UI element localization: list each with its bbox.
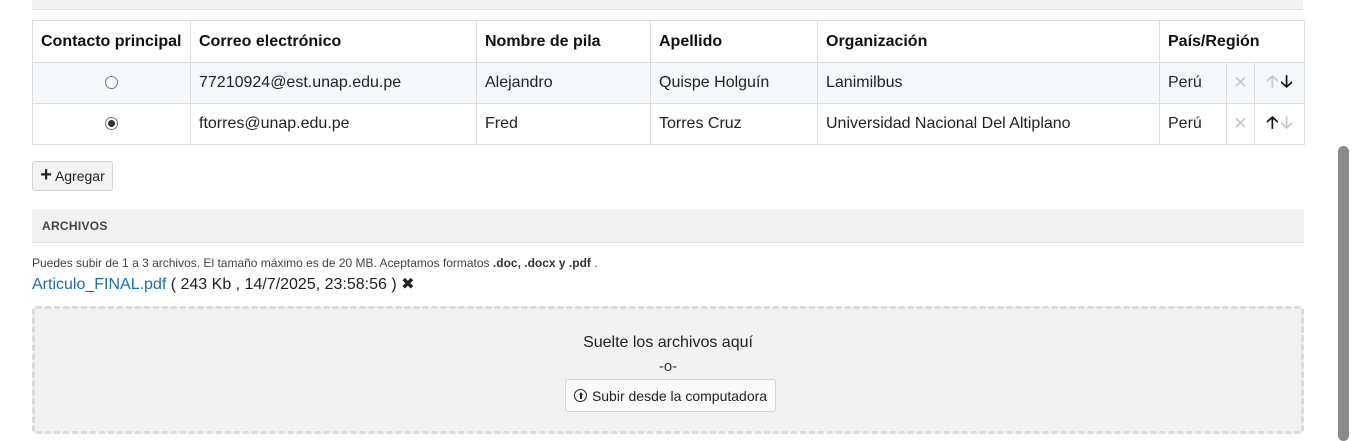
remove-cell: ✕	[1226, 103, 1255, 145]
first-name-cell: Alejandro	[476, 62, 651, 104]
file-meta: ( 243 Kb , 14/7/2025, 23:58:56 )	[166, 276, 402, 293]
arrow-up-icon[interactable]: 🡡	[1266, 113, 1278, 132]
table-row: ftorres@unap.edu.pe Fred Torres Cruz Uni…	[32, 103, 1306, 145]
file-dropzone[interactable]: Suelte los archivos aquí -o- Subir desde…	[32, 306, 1304, 434]
primary-contact-radio[interactable]	[105, 76, 118, 90]
arrow-down-icon[interactable]: 🡣	[1281, 113, 1293, 132]
primary-contact-cell	[32, 62, 191, 104]
header-primary-contact: Contacto principal	[32, 20, 191, 63]
files-section-header: ARCHIVOS	[32, 209, 1304, 243]
header-email: Correo electrónico	[190, 20, 477, 63]
reorder-cell: 🡡 🡣	[1253, 103, 1306, 145]
file-link[interactable]: Articulo_FINAL.pdf	[32, 276, 166, 293]
close-icon[interactable]: ✕	[1233, 73, 1247, 92]
help-prefix: Puedes subir de 1 a 3 archivos. El tamañ…	[32, 256, 493, 270]
dropzone-text: Suelte los archivos aquí	[583, 334, 753, 351]
primary-contact-cell	[32, 103, 191, 145]
close-icon[interactable]: ✕	[1233, 114, 1247, 133]
primary-contact-radio[interactable]	[105, 117, 118, 131]
vertical-scrollbar[interactable]	[1338, 146, 1349, 441]
previous-section-strip	[32, 0, 1303, 10]
help-suffix: .	[590, 256, 598, 270]
table-header-row: Contacto principal Correo electrónico No…	[32, 20, 1306, 63]
last-name-cell: Quispe Holguín	[650, 62, 818, 104]
header-country: País/Región	[1158, 20, 1306, 63]
country-cell: Perú	[1159, 103, 1227, 145]
organization-cell: Universidad Nacional Del Altiplano	[817, 103, 1160, 145]
close-icon[interactable]: ✖	[401, 276, 414, 293]
help-formats: .doc, .docx y .pdf	[492, 256, 591, 270]
upload-label: Subir desde la computadora	[591, 387, 768, 404]
arrow-down-icon[interactable]: 🡣	[1281, 72, 1293, 91]
last-name-cell: Torres Cruz	[650, 103, 818, 145]
add-contact-button[interactable]: + Agregar	[32, 161, 113, 191]
contacts-table: Contacto principal Correo electrónico No…	[32, 20, 1306, 145]
upload-circle-icon	[573, 389, 587, 402]
files-section-title: ARCHIVOS	[42, 218, 108, 233]
header-organization: Organización	[817, 20, 1160, 63]
country-cell: Perú	[1159, 62, 1227, 104]
header-last-name: Apellido	[650, 20, 818, 63]
upload-help-text: Puedes subir de 1 a 3 archivos. El tamañ…	[32, 256, 598, 270]
first-name-cell: Fred	[476, 103, 651, 145]
email-cell: 77210924@est.unap.edu.pe	[190, 62, 477, 104]
dropzone-or: -o-	[658, 358, 678, 375]
uploaded-file-item: Articulo_FINAL.pdf ( 243 Kb , 14/7/2025,…	[32, 274, 415, 294]
upload-from-computer-button[interactable]: Subir desde la computadora	[565, 379, 776, 412]
arrow-up-icon[interactable]: 🡡	[1266, 72, 1278, 91]
email-cell: ftorres@unap.edu.pe	[190, 103, 477, 145]
remove-cell: ✕	[1226, 62, 1255, 104]
add-contact-label: Agregar	[54, 168, 105, 184]
table-row: 77210924@est.unap.edu.pe Alejandro Quisp…	[32, 62, 1306, 104]
organization-cell: Lanimilbus	[817, 62, 1160, 104]
header-first-name: Nombre de pila	[476, 20, 651, 63]
plus-icon: +	[40, 164, 52, 186]
reorder-cell: 🡡 🡣	[1253, 62, 1306, 104]
